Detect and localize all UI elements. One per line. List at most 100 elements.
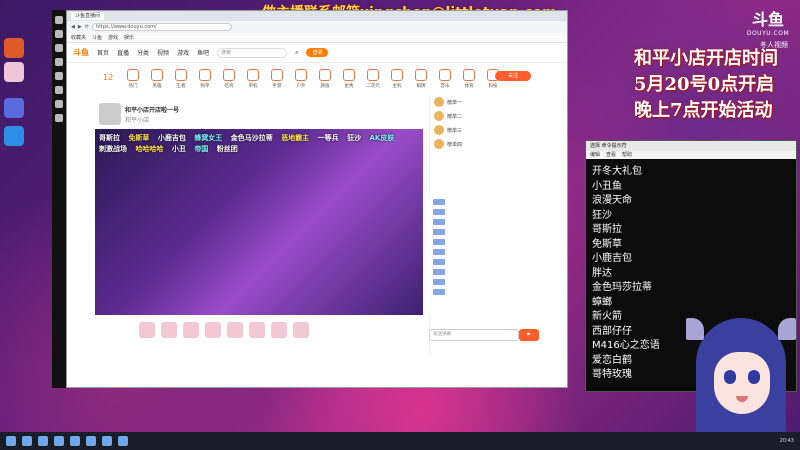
menu-item[interactable]: 编辑	[590, 151, 600, 159]
chat-line	[429, 207, 539, 217]
gift-icon[interactable]	[249, 322, 265, 338]
gift-icon[interactable]	[293, 322, 309, 338]
danmaku-item: 免斯草	[128, 134, 150, 142]
gift-icon[interactable]	[183, 322, 199, 338]
danmaku-item: 一等兵	[317, 134, 339, 142]
chat-line	[429, 287, 539, 297]
browser-tab[interactable]: 斗鱼直播间	[71, 12, 105, 20]
bookmark-item[interactable]: 斗鱼	[92, 34, 102, 41]
taskbar-app-icon[interactable]	[54, 436, 64, 446]
taskbar-app-icon[interactable]	[55, 86, 63, 94]
rank-item[interactable]: 榜单三	[430, 123, 539, 137]
start-icon[interactable]	[6, 436, 16, 446]
nav-item[interactable]: 首页	[97, 48, 109, 57]
category-label: 体育	[464, 84, 474, 89]
category-item[interactable]: 颜值	[315, 67, 335, 99]
danmaku-item: AK皮肤	[369, 134, 395, 142]
desktop-app-icon[interactable]	[4, 98, 24, 118]
rank-item[interactable]: 榜单四	[430, 137, 539, 151]
taskbar-app-icon[interactable]	[118, 436, 128, 446]
rank-item[interactable]: 榜单二	[430, 109, 539, 123]
danmaku-item: 金色马沙拉蒂	[230, 134, 273, 142]
level-badge	[433, 239, 445, 245]
taskbar-app-icon[interactable]	[55, 58, 63, 66]
taskbar-app-icon[interactable]	[70, 436, 80, 446]
follow-button[interactable]: 关注	[495, 71, 531, 81]
taskbar-app-icon[interactable]	[55, 30, 63, 38]
console-line: 浪漫天命	[592, 195, 632, 206]
video-player[interactable]: 哥斯拉 免斯草 小鹿吉包 蜂窝女王 金色马沙拉蒂 恶地霸主 一等兵 狂沙 AK皮…	[95, 129, 423, 315]
taskbar-app-icon[interactable]	[55, 100, 63, 108]
gift-icon[interactable]	[205, 322, 221, 338]
category-item[interactable]: 热门	[123, 67, 143, 99]
category-icon	[463, 69, 475, 81]
menu-bar: 编辑 查看 帮助	[586, 151, 796, 159]
taskbar-app-icon[interactable]	[55, 44, 63, 52]
menu-item[interactable]: 查看	[606, 151, 616, 159]
gift-icon[interactable]	[271, 322, 287, 338]
danmaku-item: 刺激战场	[99, 145, 127, 153]
category-item[interactable]: 英雄	[147, 67, 167, 99]
back-icon[interactable]: ◀	[71, 24, 75, 30]
category-item[interactable]: 主机	[387, 67, 407, 99]
desktop-app-icon[interactable]	[4, 62, 24, 82]
taskbar-app-icon[interactable]	[102, 436, 112, 446]
nav-item[interactable]: 鱼吧	[197, 48, 209, 57]
gift-icon[interactable]	[161, 322, 177, 338]
gift-bar	[95, 315, 423, 345]
bookmark-item[interactable]: 收藏夹	[71, 34, 86, 41]
nav-item[interactable]: 视频	[157, 48, 169, 57]
streamer-avatar[interactable]	[99, 103, 121, 125]
console-line: 开冬大礼包	[592, 166, 642, 177]
nav-item[interactable]: 游戏	[177, 48, 189, 57]
category-item[interactable]: 王者	[171, 67, 191, 99]
taskbar-app-icon[interactable]	[38, 436, 48, 446]
desktop-app-icon[interactable]	[4, 38, 24, 58]
rank-item[interactable]: 榜单一	[430, 95, 539, 109]
category-item[interactable]: 户外	[291, 67, 311, 99]
danmaku-item: 狂沙	[347, 134, 362, 142]
taskbar-app-icon[interactable]	[22, 436, 32, 446]
taskbar-app-icon[interactable]	[55, 72, 63, 80]
taskbar-app-icon[interactable]	[86, 436, 96, 446]
category-icon	[439, 69, 451, 81]
gift-icon[interactable]	[227, 322, 243, 338]
chat-input[interactable]: 发送弹幕	[429, 329, 519, 341]
url-input[interactable]: https://www.douyu.com/	[91, 23, 232, 31]
streamer-name[interactable]: 和平小店	[125, 115, 149, 124]
send-button[interactable]: ▶	[519, 329, 539, 341]
taskbar-app-icon[interactable]	[55, 16, 63, 24]
category-item[interactable]: 单机	[243, 67, 263, 99]
rank-label: 榜单一	[447, 99, 463, 106]
category-item[interactable]: 和平	[195, 67, 215, 99]
taskbar-app-icon[interactable]	[55, 114, 63, 122]
category-item[interactable]: 二次元	[363, 67, 383, 99]
reload-icon[interactable]: ⟳	[85, 24, 89, 30]
promo-line: 5月20号0点开启	[634, 74, 775, 95]
category-item[interactable]: 手游	[267, 67, 287, 99]
douyu-domain: DOUYU.COM	[746, 30, 790, 37]
forward-icon[interactable]: ▶	[78, 24, 82, 30]
danmaku-item: 小丑	[171, 145, 186, 153]
douyu-logo: 斗鱼 DOUYU.COM	[742, 6, 794, 37]
site-logo[interactable]: 斗鱼	[73, 47, 89, 58]
menu-item[interactable]: 帮助	[622, 151, 632, 159]
nav-item[interactable]: 直播	[117, 48, 129, 57]
bookmark-item[interactable]: 娱乐	[124, 34, 134, 41]
category-item[interactable]: 吃鸡	[219, 67, 239, 99]
nav-item[interactable]: 分类	[137, 48, 149, 57]
bookmark-item[interactable]: 游戏	[108, 34, 118, 41]
gift-icon[interactable]	[139, 322, 155, 338]
search-icon[interactable]: ⌕	[295, 49, 298, 57]
search-input[interactable]: 搜索	[217, 47, 288, 58]
follow-count: 12	[103, 73, 114, 82]
console-line: 胖达	[592, 267, 612, 279]
login-button[interactable]: 登录	[306, 48, 329, 57]
category-label: 吃鸡	[224, 84, 234, 89]
category-item[interactable]: 星秀	[339, 67, 359, 99]
desktop-app-icon[interactable]	[4, 126, 24, 146]
category-label: 手游	[272, 84, 282, 89]
system-clock[interactable]: 20:43	[780, 438, 794, 444]
category-item[interactable]: 棋牌	[411, 67, 431, 99]
vtuber-avatar	[686, 318, 796, 450]
